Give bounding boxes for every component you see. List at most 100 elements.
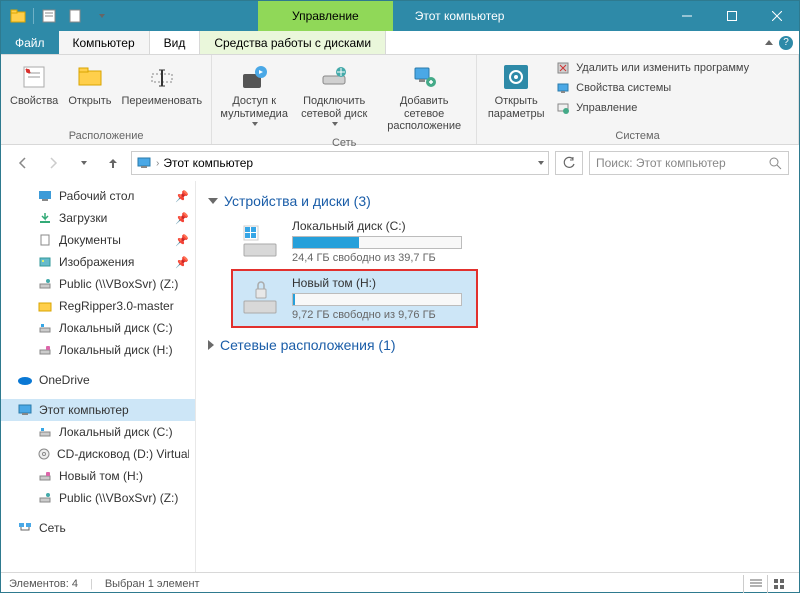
add-netloc-button[interactable]: Добавить сетевое расположение (378, 59, 470, 135)
rename-button[interactable]: Переименовать (119, 59, 206, 110)
search-box[interactable] (589, 151, 789, 175)
address-dropdown-icon[interactable] (538, 161, 544, 165)
nav-label: Загрузки (59, 211, 107, 225)
map-drive-button[interactable]: Подключить сетевой диск (294, 59, 374, 128)
nav-desktop[interactable]: Рабочий стол 📌 (1, 185, 195, 207)
nav-label: RegRipper3.0-master (59, 299, 174, 313)
open-settings-button[interactable]: Открыть параметры (483, 59, 549, 122)
nav-pictures[interactable]: Изображения📌 (1, 251, 195, 273)
properties-button[interactable]: Свойства (7, 59, 61, 110)
nav-network[interactable]: Сеть (1, 517, 195, 539)
address-bar[interactable]: › Этот компьютер (131, 151, 549, 175)
refresh-button[interactable] (555, 151, 583, 175)
system-properties-button[interactable]: Свойства системы (553, 79, 751, 97)
this-pc-icon (136, 155, 152, 171)
explorer-icon[interactable] (7, 5, 29, 27)
section-devices-header[interactable]: Устройства и диски (3) (208, 189, 787, 213)
nav-documents[interactable]: Документы 📌 (1, 229, 195, 251)
close-button[interactable] (754, 1, 799, 31)
network-drive-icon (37, 490, 53, 506)
group-network-label: Сеть (218, 135, 470, 149)
open-settings-label: Открыть параметры (486, 95, 546, 120)
nav-label: Этот компьютер (39, 403, 129, 417)
drive-h-icon (240, 279, 280, 319)
ribbon-group-network: Доступ к мультимедиа Подключить сетевой … (212, 55, 477, 144)
open-label: Открыть (68, 95, 111, 108)
uninstall-program-button[interactable]: Удалить или изменить программу (553, 59, 751, 77)
qat-dropdown[interactable] (90, 5, 112, 27)
view-tab-label: Вид (164, 36, 186, 50)
network-drive-icon (37, 276, 53, 292)
rename-icon (146, 61, 178, 93)
ribbon-group-location: Свойства Открыть Переименовать Расположе… (1, 55, 212, 144)
nav-local-c[interactable]: Локальный диск (C:) (1, 317, 195, 339)
section-netloc-header[interactable]: Сетевые расположения (1) (208, 333, 787, 357)
details-view-button[interactable] (743, 575, 767, 593)
nav-label: OneDrive (39, 373, 90, 387)
manage-button[interactable]: Управление (553, 99, 751, 117)
disk-tools-tab[interactable]: Средства работы с дисками (200, 31, 386, 54)
nav-this-pc[interactable]: Этот компьютер (1, 399, 195, 421)
search-icon[interactable] (769, 157, 782, 170)
help-icon[interactable]: ? (779, 36, 793, 50)
open-button[interactable]: Открыть (65, 59, 114, 110)
window-controls (664, 1, 799, 31)
pin-icon: 📌 (175, 190, 189, 203)
titlebar: Управление Этот компьютер (1, 1, 799, 31)
drive-h-name: Новый том (H:) (292, 276, 469, 290)
new-doc-icon[interactable] (64, 5, 86, 27)
drive-h-usage-bar (292, 293, 462, 306)
tiles-view-button[interactable] (767, 575, 791, 593)
nav-regripper[interactable]: RegRipper3.0-master (1, 295, 195, 317)
recent-dropdown[interactable] (71, 151, 95, 175)
properties-icon[interactable] (38, 5, 60, 27)
media-icon (238, 61, 270, 93)
content-pane: Устройства и диски (3) Локальный диск (C… (196, 181, 799, 572)
collapse-ribbon-icon[interactable] (765, 40, 773, 45)
nav-local-h[interactable]: Локальный диск (H:) (1, 339, 195, 361)
nav-sub-newvol[interactable]: Новый том (H:) (1, 465, 195, 487)
nav-label: Public (\\VBoxSvr) (Z:) (59, 277, 178, 291)
add-netloc-label: Добавить сетевое расположение (381, 95, 467, 133)
back-button[interactable] (11, 151, 35, 175)
pin-icon: 📌 (175, 234, 189, 247)
nav-label: Документы (59, 233, 121, 247)
group-system-label: Система (483, 128, 792, 142)
nav-label: Рабочий стол (59, 189, 134, 203)
up-button[interactable] (101, 151, 125, 175)
nav-onedrive[interactable]: OneDrive (1, 369, 195, 391)
maximize-button[interactable] (709, 1, 754, 31)
open-folder-icon (74, 61, 106, 93)
nav-label: Изображения (59, 255, 134, 269)
view-tab[interactable]: Вид (150, 31, 201, 54)
ribbon: Свойства Открыть Переименовать Расположе… (1, 55, 799, 145)
nav-public-share[interactable]: Public (\\VBoxSvr) (Z:) (1, 273, 195, 295)
onedrive-icon (17, 372, 33, 388)
nav-sub-cd[interactable]: CD-дисковод (D:) VirtualBox Guest Additi… (1, 443, 195, 465)
drive-h[interactable]: Новый том (H:) 9,72 ГБ свободно из 9,76 … (232, 270, 477, 327)
downloads-icon (37, 210, 53, 226)
group-location-label: Расположение (7, 128, 205, 142)
network-icon (17, 520, 33, 536)
settings-gear-icon (500, 61, 532, 93)
drive-c-icon (240, 222, 280, 262)
forward-button[interactable] (41, 151, 65, 175)
file-tab-label: Файл (15, 36, 45, 50)
media-access-button[interactable]: Доступ к мультимедиа (218, 59, 290, 128)
computer-tab[interactable]: Компьютер (59, 31, 150, 54)
nav-label: Сеть (39, 521, 66, 535)
nav-pane: Рабочий стол 📌 Загрузки📌 Документы 📌 Изобр… (1, 181, 196, 572)
drive-lock-icon (37, 468, 53, 484)
breadcrumb-this-pc[interactable]: Этот компьютер (163, 156, 253, 170)
nav-downloads[interactable]: Загрузки📌 (1, 207, 195, 229)
section-netloc-label: Сетевые расположения (1) (220, 337, 396, 353)
nav-label: Локальный диск (H:) (59, 343, 173, 357)
minimize-button[interactable] (664, 1, 709, 31)
nav-sub-local-c[interactable]: Локальный диск (C:) (1, 421, 195, 443)
window-title: Этот компьютер (393, 9, 505, 23)
file-tab[interactable]: Файл (1, 31, 59, 54)
uninstall-icon (555, 60, 571, 76)
drive-c[interactable]: Локальный диск (C:) 24,4 ГБ свободно из … (232, 213, 477, 270)
nav-sub-public[interactable]: Public (\\VBoxSvr) (Z:) (1, 487, 195, 509)
search-input[interactable] (596, 156, 769, 170)
